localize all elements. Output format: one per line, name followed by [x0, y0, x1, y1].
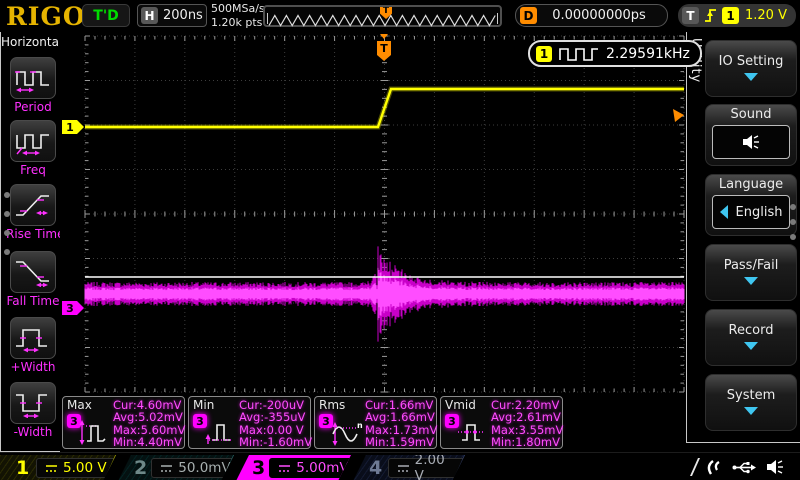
nwidth-icon: [14, 388, 52, 418]
oscilloscope-screen: RIGOL T'D H 200ns 500MSa/s 1.20k pts T D…: [0, 0, 800, 480]
dc-coupling-icon: [45, 464, 58, 473]
channel-tab-2[interactable]: 2 50.0mV: [118, 455, 234, 480]
freq-icon: [14, 126, 52, 156]
channel-tab-3-selected[interactable]: 3 5.00mV: [236, 455, 351, 480]
memory-depth: 1.20k pts: [211, 16, 265, 30]
acquisition-info: 500MSa/s 1.20k pts: [211, 2, 265, 30]
delay-badge: D: [520, 7, 537, 24]
rising-edge-icon: [703, 7, 718, 24]
timebase-value: 200ns: [163, 8, 203, 23]
trigger-readout: T 1 1.20 V: [678, 4, 796, 27]
trigger-status-badge: T'D: [82, 4, 130, 27]
menu-item-system[interactable]: System: [705, 374, 797, 431]
status-icon-tray: [694, 457, 786, 477]
dc-coupling-icon: [397, 464, 409, 473]
status-bar: RIGOL T'D H 200ns 500MSa/s 1.20k pts T D…: [0, 0, 800, 32]
measurement-panel-rms: Rms 3 n Cur:1.66mV Avg:1.66mV Max:1.73mV…: [314, 396, 437, 449]
svg-text:T: T: [380, 42, 388, 55]
language-value: English: [736, 205, 783, 220]
measurement-panel-vmid: Vmid 3 Cur:2.20mV Avg:2.61mV Max:3.55mV …: [440, 396, 563, 449]
menu-scroll-dots: [4, 192, 10, 255]
beeper-icon: [766, 459, 786, 475]
dc-coupling-icon: [278, 464, 291, 473]
divider: [690, 458, 700, 476]
measurement-panel-min: Min 3 Cur:-200uV Avg:-355uV Max:0.00 V M…: [188, 396, 311, 449]
dc-coupling-icon: [160, 464, 173, 473]
menu-item-sound[interactable]: Sound: [705, 104, 797, 166]
signal-icon: [706, 458, 722, 476]
left-menu-title: Horizontal: [1, 32, 60, 49]
pwidth-icon: [14, 323, 52, 353]
menu-item-rise-time[interactable]: Rise Time: [6, 184, 60, 241]
menu-item-record[interactable]: Record: [705, 309, 797, 366]
max-icon: [78, 419, 112, 446]
memory-waveform-preview: T: [263, 5, 502, 27]
counter-value: 2.29591kHz: [606, 46, 690, 62]
chevron-down-icon: [744, 277, 758, 285]
measurement-panel-max: Max 3 Cur:4.60mV Avg:5.02mV Max:5.60mV M…: [62, 396, 185, 449]
frequency-counter: 1 2.29591kHz: [528, 40, 702, 67]
horizontal-measure-menu: Horizontal Period Freq: [0, 32, 60, 452]
chevron-down-icon: [744, 407, 758, 415]
period-icon: [14, 63, 52, 93]
menu-item-fall-time[interactable]: Fall Time: [6, 251, 60, 308]
counter-channel-badge: 1: [536, 46, 552, 62]
timebase-readout: H 200ns: [137, 4, 207, 27]
channel-tab-4[interactable]: 4 2.00 V: [353, 455, 465, 480]
min-icon: [204, 419, 238, 446]
trigger-level-value: 1.20 V: [745, 8, 787, 23]
horizontal-badge: H: [141, 7, 158, 24]
chevron-down-icon: [744, 73, 758, 81]
chevron-left-icon: [720, 205, 728, 219]
speaker-icon: [741, 134, 761, 150]
sample-rate: 500MSa/s: [211, 2, 265, 16]
menu-item-pass-fail[interactable]: Pass/Fail: [705, 244, 797, 301]
delay-value: 0.00000000ps: [552, 8, 656, 23]
rms-icon: n: [330, 419, 364, 446]
menu-item-io-setting[interactable]: IO Setting: [705, 40, 797, 97]
trigger-source-badge: 1: [722, 7, 739, 24]
measurement-bar: Max 3 Cur:4.60mV Avg:5.02mV Max:5.60mV M…: [62, 396, 563, 449]
usb-icon: [732, 461, 756, 474]
channel-bar: 1 5.00 V 2 50.0mV 3: [0, 452, 800, 480]
channel-tab-1[interactable]: 1 5.00 V: [0, 455, 116, 480]
delay-readout: D 0.00000000ps: [515, 4, 668, 27]
fall-time-icon: [14, 257, 52, 287]
svg-text:n: n: [357, 421, 363, 430]
menu-page-dots: [790, 204, 796, 240]
menu-item-nwidth[interactable]: -Width: [6, 382, 60, 439]
menu-item-period[interactable]: Period: [6, 57, 60, 114]
menu-item-language[interactable]: Language English: [705, 174, 797, 236]
utility-menu: Utility IO Setting Sound Language Englis…: [686, 32, 800, 443]
graticule: T 1 3: [60, 32, 686, 394]
square-wave-icon: [559, 46, 599, 61]
trigger-badge: T: [682, 7, 699, 24]
svg-text:1: 1: [66, 121, 74, 134]
menu-item-freq[interactable]: Freq: [6, 120, 60, 177]
rise-time-icon: [14, 190, 52, 220]
svg-text:3: 3: [66, 302, 74, 315]
menu-item-pwidth[interactable]: +Width: [6, 317, 60, 374]
chevron-down-icon: [744, 342, 758, 350]
vmid-icon: [456, 419, 490, 446]
waveform-display: T13 1 2.29591kHz Max 3 Cur:4.60mV: [60, 32, 686, 452]
